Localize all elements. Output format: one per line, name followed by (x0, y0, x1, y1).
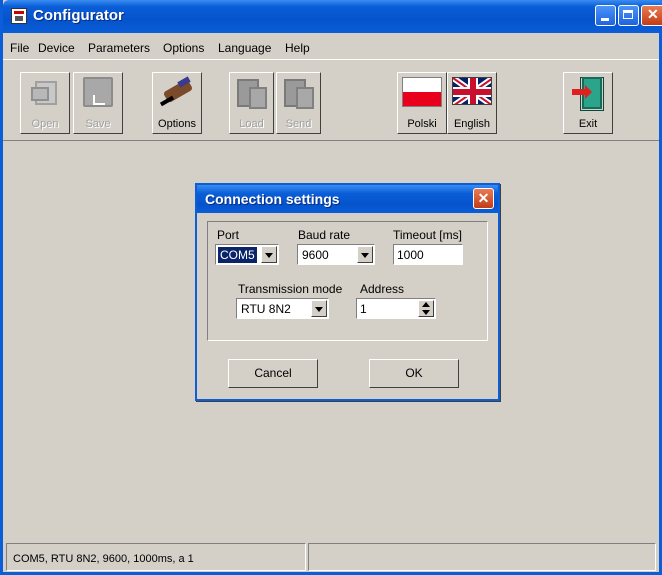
minimize-button[interactable] (595, 5, 616, 26)
app-icon (11, 8, 27, 24)
maximize-button[interactable] (618, 5, 639, 26)
send-label: Send (285, 118, 312, 130)
menu-help[interactable]: Help (285, 41, 310, 55)
chevron-down-icon[interactable] (311, 300, 327, 317)
save-icon (83, 77, 113, 107)
exit-door-icon (572, 77, 604, 111)
open-icon (31, 77, 59, 107)
chevron-down-icon[interactable] (261, 246, 277, 263)
chevron-down-icon[interactable] (357, 246, 373, 263)
save-label: Save (85, 118, 111, 130)
connection-settings-dialog: Connection settings ✕ Port COM5 Baud rat… (195, 183, 500, 401)
status-text: COM5, RTU 8N2, 9600, 1000ms, a 1 (6, 543, 306, 571)
baud-rate-label: Baud rate (298, 228, 351, 242)
menu-language[interactable]: Language (218, 41, 271, 55)
send-button[interactable]: Send (276, 72, 321, 134)
status-pane-empty (308, 543, 656, 571)
load-button[interactable]: Load (229, 72, 274, 134)
timeout-input[interactable]: 1000 (393, 244, 463, 265)
close-button[interactable] (641, 5, 662, 26)
transmission-mode-value: RTU 8N2 (241, 302, 291, 316)
menu-options[interactable]: Options (163, 41, 204, 55)
settings-group: Port COM5 Baud rate 9600 Timeout [ms] 10… (207, 221, 488, 341)
send-icon (282, 77, 316, 111)
menu-bar: File Device Parameters Options Language … (3, 37, 659, 57)
open-button[interactable]: Open (20, 72, 70, 134)
main-window: Configurator File Device Parameters Opti… (0, 0, 662, 575)
english-button[interactable]: English (447, 72, 497, 134)
menu-file[interactable]: File (10, 41, 29, 55)
baud-rate-select[interactable]: 9600 (297, 244, 375, 265)
dialog-close-button[interactable]: ✕ (473, 188, 494, 209)
uk-flag-icon (452, 77, 492, 105)
load-icon (235, 77, 269, 111)
dialog-title: Connection settings (205, 191, 340, 207)
title-bar: Configurator (3, 0, 662, 33)
toolbar: Open Save Options Load Send Polski Engli… (3, 59, 659, 141)
spinner-arrows-icon[interactable] (418, 300, 434, 317)
menu-parameters[interactable]: Parameters (88, 41, 150, 55)
options-button[interactable]: Options (152, 72, 202, 134)
transmission-mode-label: Transmission mode (238, 282, 343, 296)
address-label: Address (360, 282, 405, 296)
open-label: Open (31, 118, 59, 130)
load-label: Load (239, 118, 264, 130)
port-select[interactable]: COM5 (215, 244, 279, 265)
timeout-label: Timeout [ms] (393, 228, 462, 242)
address-spinner[interactable]: 1 (356, 298, 436, 319)
port-value: COM5 (218, 247, 257, 263)
baud-rate-value: 9600 (302, 248, 329, 262)
cable-icon (159, 76, 194, 109)
options-label: Options (158, 118, 196, 130)
status-bar: COM5, RTU 8N2, 9600, 1000ms, a 1 (3, 541, 659, 572)
polski-button[interactable]: Polski (397, 72, 447, 134)
english-label: English (453, 118, 491, 130)
window-title: Configurator (33, 7, 124, 24)
polish-flag-icon (402, 77, 442, 107)
dialog-title-bar: Connection settings ✕ (197, 185, 498, 213)
address-value: 1 (360, 302, 367, 316)
port-label: Port (217, 228, 240, 242)
menu-device[interactable]: Device (38, 41, 75, 55)
exit-label: Exit (578, 118, 598, 130)
polski-label: Polski (407, 118, 437, 130)
save-button[interactable]: Save (73, 72, 123, 134)
cancel-button[interactable]: Cancel (228, 359, 318, 388)
timeout-value: 1000 (397, 248, 424, 262)
ok-button[interactable]: OK (369, 359, 459, 388)
transmission-mode-select[interactable]: RTU 8N2 (236, 298, 329, 319)
exit-button[interactable]: Exit (563, 72, 613, 134)
